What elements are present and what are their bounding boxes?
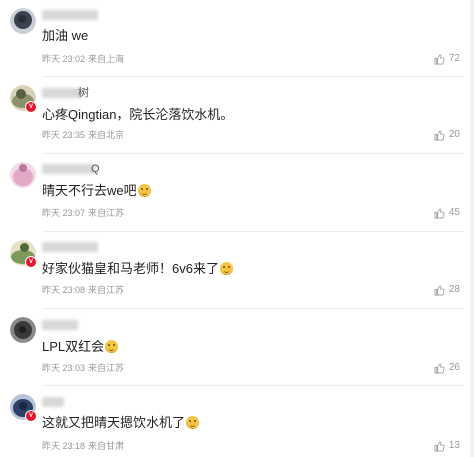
thumbs-up-icon: [434, 54, 445, 64]
comment-item: 加油 we 昨天 23:02 来自上海 72: [0, 0, 474, 76]
comment-text: 这就又把晴天摁饮水机了: [42, 415, 200, 431]
comment-text: LPL双红会: [42, 339, 119, 355]
avatar[interactable]: [10, 8, 36, 34]
comment-time: 昨天 23:02: [42, 54, 86, 64]
comment-location: 来自北京: [88, 130, 125, 140]
comment-location: 来自上海: [88, 54, 125, 64]
like-button[interactable]: 26: [434, 362, 460, 374]
username-blurred[interactable]: [42, 320, 78, 330]
comment-meta: 昨天 23:02 来自上海: [42, 54, 127, 64]
comment-item: V 树 心疼Qingtian，院长沦落饮水机。 昨天 23:35 来自北京 20: [0, 77, 474, 153]
comment-text: 晴天不行去we吧: [42, 183, 151, 199]
verified-badge-icon: V: [25, 410, 37, 422]
comment-location: 来自江苏: [88, 285, 125, 295]
smile-emoji-icon: [186, 416, 200, 429]
comment-time: 昨天 23:18: [42, 441, 86, 451]
like-count: 28: [448, 284, 460, 295]
smile-emoji-icon: [137, 184, 151, 197]
comment-text: 加油 we: [42, 28, 89, 43]
like-count: 72: [448, 53, 460, 64]
like-button[interactable]: 45: [434, 207, 460, 219]
smile-emoji-icon: [219, 262, 233, 275]
comment-location: 来自江苏: [88, 363, 125, 373]
comment-time: 昨天 23:35: [42, 130, 86, 140]
username-visible-part[interactable]: 树: [78, 87, 89, 99]
like-button[interactable]: 13: [434, 440, 460, 452]
username-visible-part[interactable]: Q: [91, 163, 100, 175]
avatar[interactable]: [10, 317, 36, 343]
username-blurred[interactable]: [42, 88, 82, 98]
like-count: 26: [448, 362, 460, 373]
thumbs-up-icon: [434, 208, 445, 218]
comment-time: 昨天 23:08: [42, 285, 86, 295]
thumbs-up-icon: [434, 441, 445, 451]
comment-feed: 加油 we 昨天 23:02 来自上海 72 V 树 心疼Qingtian，院长沦…: [0, 0, 474, 457]
like-count: 45: [448, 207, 460, 218]
thumbs-up-icon: [434, 130, 445, 140]
comment-time: 昨天 23:03: [42, 363, 86, 373]
like-count: 20: [448, 129, 460, 140]
username-blurred[interactable]: [42, 10, 98, 20]
comment-location: 来自江苏: [88, 208, 125, 218]
comment-meta: 昨天 23:03 来自江苏: [42, 363, 127, 373]
smile-emoji-icon: [105, 340, 119, 353]
avatar[interactable]: [10, 162, 36, 188]
comment-item: Q 晴天不行去we吧 昨天 23:07 来自江苏 45: [0, 154, 474, 231]
comment-meta: 昨天 23:18 来自甘肃: [42, 441, 127, 451]
comment-item: LPL双红会 昨天 23:03 来自江苏 26: [0, 309, 474, 385]
comment-location: 来自甘肃: [88, 441, 125, 451]
comment-item: V 好家伙猫皇和马老师！6v6来了 昨天 23:08 来自江苏 28: [0, 232, 474, 308]
comment-meta: 昨天 23:35 来自北京: [42, 130, 127, 140]
comment-meta: 昨天 23:07 来自江苏: [42, 208, 127, 218]
verified-badge-icon: V: [25, 256, 37, 268]
thumbs-up-icon: [434, 363, 445, 373]
username-blurred[interactable]: [42, 397, 64, 407]
like-button[interactable]: 28: [434, 284, 460, 296]
comment-item: V 这就又把晴天摁饮水机了 昨天 23:18 来自甘肃 13: [0, 386, 474, 457]
verified-badge-icon: V: [25, 101, 37, 113]
comment-meta: 昨天 23:08 来自江苏: [42, 285, 127, 295]
comment-text: 心疼Qingtian，院长沦落饮水机。: [42, 107, 234, 122]
comment-time: 昨天 23:07: [42, 208, 86, 218]
comment-text: 好家伙猫皇和马老师！6v6来了: [42, 261, 233, 277]
like-button[interactable]: 72: [434, 53, 460, 65]
like-count: 13: [448, 440, 460, 451]
username-blurred[interactable]: [42, 164, 96, 174]
username-blurred[interactable]: [42, 242, 98, 252]
like-button[interactable]: 20: [434, 129, 460, 141]
thumbs-up-icon: [434, 285, 445, 295]
